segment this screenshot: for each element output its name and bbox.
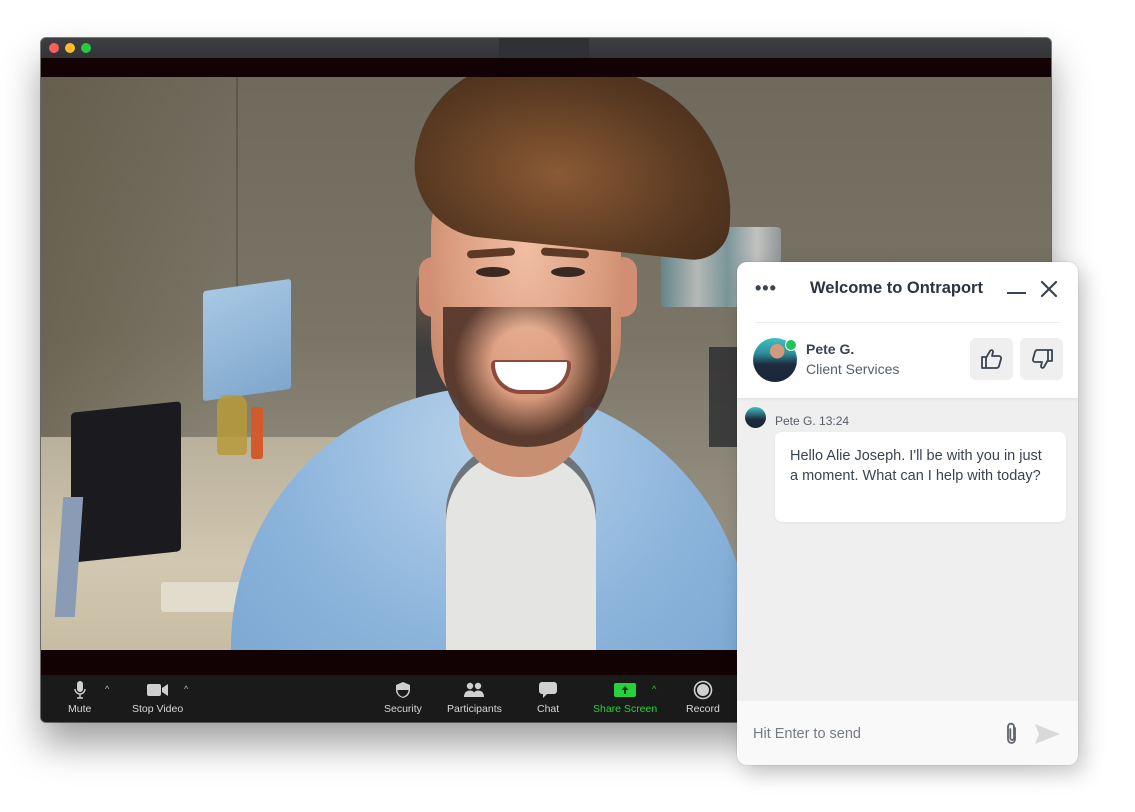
attach-file-button[interactable] — [1001, 721, 1023, 747]
chat-bubble-icon — [538, 679, 558, 701]
paperclip-icon — [1007, 722, 1016, 744]
participant-person — [221, 77, 781, 650]
header-divider — [755, 322, 1060, 323]
share-screen-label: Share Screen — [593, 703, 658, 715]
thumbs-up-button[interactable] — [970, 338, 1013, 380]
mute-options-caret[interactable]: ^ — [105, 684, 109, 694]
record-button[interactable]: Record — [686, 679, 720, 719]
share-options-caret[interactable]: ^ — [652, 684, 656, 694]
close-icon — [1040, 280, 1058, 298]
participants-button[interactable]: Participants — [447, 679, 502, 719]
thumbs-up-icon — [980, 349, 1002, 369]
window-titlebar — [41, 38, 1051, 59]
security-button[interactable]: Security — [384, 679, 422, 719]
mute-label: Mute — [68, 703, 92, 715]
stop-video-label: Stop Video — [132, 703, 184, 715]
person-eye — [476, 267, 510, 277]
record-icon — [693, 679, 713, 701]
microphone-icon — [73, 679, 87, 701]
support-chat-widget: ••• Welcome to Ontraport Pete G. Client … — [737, 262, 1078, 765]
chat-minimize-button[interactable] — [1007, 292, 1026, 294]
video-options-caret[interactable]: ^ — [184, 684, 188, 694]
shield-icon — [395, 679, 411, 701]
person-eye — [551, 267, 585, 277]
message-meta: Pete G. 13:24 — [775, 414, 850, 428]
video-camera-icon — [146, 679, 169, 701]
message-input[interactable] — [751, 721, 985, 747]
agent-role: Client Services — [806, 361, 900, 377]
window-minimize-button[interactable] — [65, 43, 75, 53]
message-text: Hello Alie Joseph. I'll be with you in j… — [790, 448, 1042, 484]
video-letterbox-top — [41, 58, 1051, 77]
thumbs-down-icon — [1031, 349, 1053, 369]
security-label: Security — [384, 703, 422, 715]
record-label: Record — [686, 703, 720, 715]
participants-icon — [463, 679, 485, 701]
video-background-monitor — [71, 401, 181, 563]
chat-composer — [737, 701, 1078, 765]
message-bubble: Hello Alie Joseph. I'll be with you in j… — [775, 432, 1066, 522]
message-sender-avatar — [745, 407, 766, 428]
participants-label: Participants — [447, 703, 502, 715]
chat-close-button[interactable] — [1038, 278, 1060, 300]
titlebar-tab — [499, 38, 589, 58]
online-status-indicator — [785, 339, 797, 351]
agent-name: Pete G. — [806, 341, 855, 357]
share-screen-button[interactable]: Share Screen — [593, 679, 657, 719]
share-screen-icon — [614, 679, 637, 701]
chat-menu-button[interactable]: ••• — [755, 279, 777, 297]
window-zoom-button[interactable] — [81, 43, 91, 53]
send-icon — [1035, 724, 1060, 744]
chat-header: ••• Welcome to Ontraport Pete G. Client … — [737, 262, 1078, 398]
window-close-button[interactable] — [49, 43, 59, 53]
send-button[interactable] — [1033, 722, 1061, 746]
stop-video-button[interactable]: Stop Video — [132, 679, 183, 719]
thumbs-down-button[interactable] — [1020, 338, 1063, 380]
chat-button[interactable]: Chat — [537, 679, 559, 719]
chat-label: Chat — [537, 703, 560, 715]
mute-button[interactable]: Mute — [68, 679, 91, 719]
chat-title: Welcome to Ontraport — [810, 279, 983, 297]
